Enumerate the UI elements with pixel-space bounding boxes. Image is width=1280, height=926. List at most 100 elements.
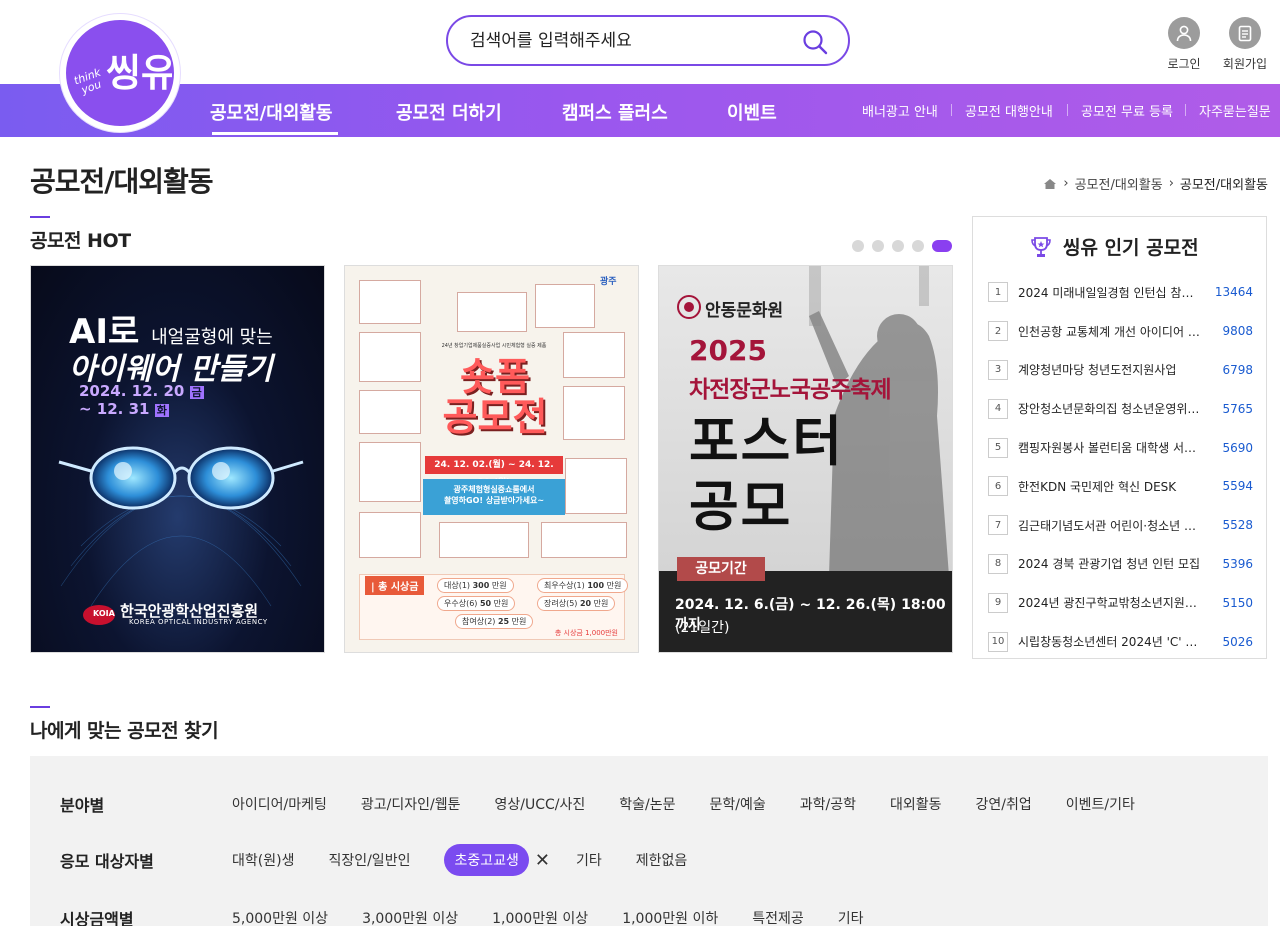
site-logo[interactable]: think you 씽유 xyxy=(60,14,180,132)
ranking-item[interactable]: 6 한전KDN 국민제안 혁신 DESK 5594 xyxy=(988,467,1253,506)
filter-option[interactable]: 영상/UCC/사진 xyxy=(494,794,585,814)
ranking-item[interactable]: 10시립창동청소년센터 2024년 'C' 프로그램5026 xyxy=(988,622,1253,661)
card3-period-tag: 공모기간 xyxy=(677,557,765,581)
carousel-dot-active[interactable] xyxy=(932,240,952,252)
illustration-panel xyxy=(541,522,627,558)
card3-festival: 차전장군노국공주축제 xyxy=(689,377,892,403)
popular-ranking: 씽유 인기 공모전 12024 미래내일일경험 인턴십 참여기업 모집13464… xyxy=(972,216,1267,659)
chevron-right-icon: › xyxy=(1063,176,1069,191)
filter-label: 시상금액별 xyxy=(60,910,134,926)
filter-option[interactable]: 광고/디자인/웹툰 xyxy=(361,794,461,814)
filter-option[interactable]: 이벤트/기타 xyxy=(1066,794,1135,814)
breadcrumb-current: 공모전/대외활동 xyxy=(1179,178,1268,193)
page-title: 공모전/대외활동 xyxy=(30,165,214,198)
filter-label: 응모 대상자별 xyxy=(60,852,154,871)
prize-item: 대상(1) 300 만원 xyxy=(437,578,514,593)
subnav-divider xyxy=(1185,104,1186,116)
illustration-panel xyxy=(535,284,595,328)
filter-option-selected[interactable]: 초중고교생 xyxy=(444,844,529,876)
subnav-free-register[interactable]: 공모전 무료 등록 xyxy=(1081,101,1173,120)
search-input[interactable] xyxy=(470,27,790,55)
ranking-item[interactable]: 2 인천공항 교통체계 개선 아이디어 공모전 9808 xyxy=(988,312,1253,351)
login-button[interactable]: 로그인 xyxy=(1154,17,1214,72)
nav-event[interactable]: 이벤트 xyxy=(727,99,777,125)
filter-option[interactable]: 아이디어/마케팅 xyxy=(232,794,327,814)
breadcrumb-item[interactable]: 공모전/대외활동 xyxy=(1075,174,1163,193)
ranking-item[interactable]: 4장안청소년문화의집 청소년운영위원회 모집5765 xyxy=(988,389,1253,428)
illustration-panel xyxy=(563,332,625,378)
subnav-faq[interactable]: 자주묻는질문 xyxy=(1199,101,1271,120)
filter-option[interactable]: 대학(원)생 xyxy=(232,850,294,870)
home-icon[interactable] xyxy=(1043,178,1057,190)
card3-days: (21일간) xyxy=(675,620,730,636)
section-marker xyxy=(30,216,50,218)
filter-row-prize: 시상금액별 5,000만원 이상 3,000만원 이상 1,000만원 이상 1… xyxy=(60,906,898,926)
ranking-title: 씽유 인기 공모전 xyxy=(1029,233,1199,260)
filter-option[interactable]: 제한없음 xyxy=(636,850,688,870)
filter-option[interactable]: 특전제공 xyxy=(752,908,804,926)
hot-card-poster[interactable]: 안동문화원 2025 차전장군노국공주축제 포스터 공모 공모기간 2024. 1… xyxy=(658,265,953,653)
filter-option[interactable]: 기타 xyxy=(838,908,864,926)
filter-option[interactable]: 3,000만원 이상 xyxy=(362,908,458,926)
card2-subtitle: 24년 창업기업제품실증사업 시민체험형 실증 제품 xyxy=(441,343,547,349)
carousel-dot[interactable] xyxy=(852,240,864,252)
illustration-panel xyxy=(565,458,627,514)
subnav-divider xyxy=(1067,104,1068,116)
card3-year: 2025 xyxy=(689,334,767,367)
nav-contest[interactable]: 공모전/대외활동 xyxy=(210,99,333,125)
filter-option[interactable]: 문학/예술 xyxy=(710,794,766,814)
subnav-banner-ad[interactable]: 배너광고 안내 xyxy=(862,101,938,120)
illustration-panel xyxy=(563,386,625,440)
finder-section-title: 나에게 맞는 공모전 찾기 xyxy=(30,720,219,742)
trophy-icon xyxy=(1031,236,1051,257)
ranking-item[interactable]: 92024년 광진구학교밖청소년지원센터 모집5150 xyxy=(988,583,1253,622)
filter-option[interactable]: 기타 xyxy=(576,850,602,870)
filter-option[interactable]: 학술/논문 xyxy=(619,794,675,814)
ranking-item[interactable]: 7김근태기념도서관 어린이·청소년 독서 프로그램5528 xyxy=(988,506,1253,545)
section-marker xyxy=(30,706,50,708)
nav-active-indicator xyxy=(212,132,338,135)
filter-option[interactable]: 과학/공학 xyxy=(800,794,856,814)
card2-date: 24. 12. 02.(월) ~ 24. 12. 30.(월) xyxy=(425,456,563,488)
clipboard-icon xyxy=(1229,17,1261,49)
search-box[interactable] xyxy=(446,15,850,66)
illustration-panel xyxy=(457,292,527,332)
illustration-panel xyxy=(359,280,421,324)
close-icon[interactable]: ✕ xyxy=(535,850,550,871)
signup-button[interactable]: 회원가입 xyxy=(1215,17,1275,72)
subnav-divider xyxy=(951,104,952,116)
carousel-dot[interactable] xyxy=(892,240,904,252)
ranking-item[interactable]: 5 캠핑자원봉사 볼런티움 대학생 서포터즈 5690 xyxy=(988,428,1253,467)
filter-option[interactable]: 1,000만원 이하 xyxy=(622,908,718,926)
card3-title: 포스터 공모 xyxy=(689,410,845,538)
subnav-agency[interactable]: 공모전 대행안내 xyxy=(965,101,1053,120)
user-icon xyxy=(1168,17,1200,49)
prize-heading: | 총 시상금 xyxy=(365,576,425,595)
prize-item: 장려상(5) 20 만원 xyxy=(537,596,616,611)
ranking-item[interactable]: 12024 미래내일일경험 인턴십 참여기업 모집13464 xyxy=(988,273,1253,312)
nav-campus-plus[interactable]: 캠퍼스 플러스 xyxy=(562,99,668,125)
card2-title: 숏폼 공모전 xyxy=(442,355,548,439)
search-icon[interactable] xyxy=(802,29,828,55)
hot-card-shortform[interactable]: 광주 24년 창업기업제품실증사업 시민체험형 실증 제품 숏폼 공모전 24. … xyxy=(344,265,639,653)
filter-option[interactable]: 직장인/일반인 xyxy=(328,850,410,870)
carousel-dot[interactable] xyxy=(872,240,884,252)
ranking-item[interactable]: 8 2024 경북 관광기업 청년 인턴 모집 5396 xyxy=(988,545,1253,584)
card2-promo: 광주체험형실증쇼룸에서 촬영하GO! 상금받아가세요~ xyxy=(423,479,565,515)
filter-option[interactable]: 1,000만원 이상 xyxy=(492,908,588,926)
carousel-dot[interactable] xyxy=(912,240,924,252)
filter-row-target: 응모 대상자별 대학(원)생 직장인/일반인 초중고교생 ✕ 기타 제한없음 xyxy=(60,844,721,876)
filter-panel: 분야별 아이디어/마케팅 광고/디자인/웹툰 영상/UCC/사진 학술/논문 문… xyxy=(30,756,1268,926)
filter-option[interactable]: 대외활동 xyxy=(890,794,942,814)
ranking-item[interactable]: 3 계양청년마당 청년도전지원사업 6798 xyxy=(988,351,1253,390)
hot-card-eyewear[interactable]: AI로 내얼굴형에 맞는 아이웨어 만들기 2024. 12. 20 금 ~ 1… xyxy=(30,265,325,653)
card1-org-en: KOREA OPTICAL INDUSTRY AGENCY xyxy=(129,618,268,626)
carousel-dots xyxy=(852,240,952,252)
prize-item: 최우수상(1) 100 만원 xyxy=(537,578,629,593)
breadcrumb: › 공모전/대외활동 › 공모전/대외활동 xyxy=(1043,174,1268,193)
filter-option[interactable]: 강연/취업 xyxy=(976,794,1032,814)
nav-contest-plus[interactable]: 공모전 더하기 xyxy=(396,99,502,125)
logo-brand: 씽유 xyxy=(106,51,172,95)
prize-total: 총 시상금 1,000만원 xyxy=(554,629,618,637)
filter-option[interactable]: 5,000만원 이상 xyxy=(232,908,328,926)
